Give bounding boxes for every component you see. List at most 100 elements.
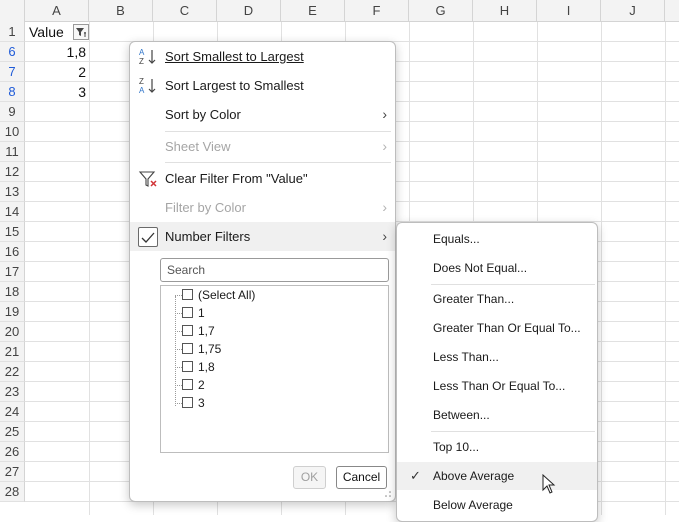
submenu-greater-or-equal[interactable]: Greater Than Or Equal To...	[397, 314, 597, 342]
column-header-g[interactable]: G	[409, 0, 473, 22]
submenu-between-label: Between...	[433, 408, 490, 422]
submenu-greater-or-equal-label: Greater Than Or Equal To...	[433, 321, 581, 335]
checkbox[interactable]	[182, 343, 193, 354]
column-header-a[interactable]: A	[25, 0, 89, 22]
row-header-10[interactable]: 10	[0, 122, 25, 142]
menu-number-filters[interactable]: Number Filters ›	[130, 222, 395, 251]
row-header-20[interactable]: 20	[0, 322, 25, 342]
column-header-h[interactable]: H	[473, 0, 537, 22]
submenu-above-average-label: Above Average	[433, 469, 515, 483]
chevron-right-icon: ›	[382, 106, 387, 122]
submenu-does-not-equal-label: Does Not Equal...	[433, 261, 528, 275]
submenu-between[interactable]: Between...	[397, 401, 597, 429]
submenu-above-average[interactable]: ✓ Above Average	[397, 462, 597, 490]
ok-button[interactable]: OK	[293, 466, 326, 489]
menu-sort-by-color[interactable]: Sort by Color ›	[130, 100, 395, 129]
column-header-j[interactable]: J	[601, 0, 665, 22]
tree-connector	[175, 367, 182, 368]
row-header-26[interactable]: 26	[0, 442, 25, 462]
chevron-right-icon: ›	[382, 199, 387, 215]
row-header-28[interactable]: 28	[0, 482, 25, 502]
checkbox[interactable]	[182, 397, 193, 408]
cell-a1-header[interactable]: Value	[29, 22, 73, 42]
filter-applied-icon	[76, 28, 86, 37]
row-header-9[interactable]: 9	[0, 102, 25, 122]
tree-connector	[175, 385, 182, 386]
row-header-23[interactable]: 23	[0, 382, 25, 402]
checkbox[interactable]	[182, 379, 193, 390]
list-item-label: 1,8	[198, 360, 215, 374]
select-all-corner[interactable]	[0, 0, 25, 22]
autofilter-dropdown: A Z Sort Smallest to Largest Z A Sort La…	[129, 41, 396, 502]
row-header-18[interactable]: 18	[0, 282, 25, 302]
filter-dropdown-button[interactable]	[73, 24, 89, 40]
column-header-c[interactable]: C	[153, 0, 217, 22]
submenu-does-not-equal[interactable]: Does Not Equal...	[397, 254, 597, 282]
list-item-label: 3	[198, 396, 205, 410]
submenu-equals-label: Equals...	[433, 232, 480, 246]
submenu-less-than[interactable]: Less Than...	[397, 343, 597, 371]
clear-filter-icon	[138, 171, 157, 187]
submenu-less-or-equal[interactable]: Less Than Or Equal To...	[397, 372, 597, 400]
list-item-label: 2	[198, 378, 205, 392]
row-header-19[interactable]: 19	[0, 302, 25, 322]
submenu-top-10[interactable]: Top 10...	[397, 433, 597, 461]
filter-value-list[interactable]: (Select All) 1 1,7 1,75 1,8 2 3	[160, 285, 389, 453]
svg-text:A: A	[139, 48, 145, 57]
cell-a7[interactable]: 2	[25, 62, 89, 82]
checkbox[interactable]	[182, 289, 193, 300]
tree-connector	[175, 403, 182, 404]
cell-a8[interactable]: 3	[25, 82, 89, 102]
menu-filter-by-color: Filter by Color ›	[130, 193, 395, 222]
checkbox[interactable]	[182, 325, 193, 336]
row-header-25[interactable]: 25	[0, 422, 25, 442]
row-header-12[interactable]: 12	[0, 162, 25, 182]
svg-text:Z: Z	[139, 77, 144, 86]
row-header-22[interactable]: 22	[0, 362, 25, 382]
checkbox[interactable]	[182, 307, 193, 318]
tree-connector	[175, 331, 182, 332]
row-header-15[interactable]: 15	[0, 222, 25, 242]
column-header-i[interactable]: I	[537, 0, 601, 22]
cell-a6[interactable]: 1,8	[25, 42, 89, 62]
svg-text:Z: Z	[139, 57, 144, 66]
row-header-13[interactable]: 13	[0, 182, 25, 202]
cancel-button[interactable]: Cancel	[336, 466, 387, 489]
row-header-27[interactable]: 27	[0, 462, 25, 482]
menu-sort-descending[interactable]: Z A Sort Largest to Smallest	[130, 71, 395, 100]
chevron-right-icon: ›	[382, 228, 387, 244]
list-item-label: 1	[198, 306, 205, 320]
row-header-24[interactable]: 24	[0, 402, 25, 422]
row-header-16[interactable]: 16	[0, 242, 25, 262]
menu-separator	[431, 431, 595, 432]
menu-sort-ascending[interactable]: A Z Sort Smallest to Largest	[130, 42, 395, 71]
column-header-f[interactable]: F	[345, 0, 409, 22]
row-header-1[interactable]: 1	[0, 22, 25, 42]
checkmark-icon	[138, 227, 158, 247]
menu-clear-filter[interactable]: Clear Filter From "Value"	[130, 164, 395, 193]
row-header-6[interactable]: 6	[0, 42, 25, 62]
column-header-e[interactable]: E	[281, 0, 345, 22]
filter-search-input[interactable]: Search	[160, 258, 389, 282]
resize-grip-icon[interactable]	[384, 490, 392, 498]
row-header-11[interactable]: 11	[0, 142, 25, 162]
list-item-label: 1,75	[198, 342, 222, 356]
sort-ascending-icon: A Z	[139, 48, 156, 66]
submenu-below-average-label: Below Average	[433, 498, 513, 512]
row-header-14[interactable]: 14	[0, 202, 25, 222]
submenu-greater-than[interactable]: Greater Than...	[397, 285, 597, 313]
submenu-top-10-label: Top 10...	[433, 440, 480, 454]
row-header-17[interactable]: 17	[0, 262, 25, 282]
column-header-d[interactable]: D	[217, 0, 281, 22]
checkbox[interactable]	[182, 361, 193, 372]
row-header-21[interactable]: 21	[0, 342, 25, 362]
sort-descending-icon: Z A	[139, 77, 156, 95]
row-header-8[interactable]: 8	[0, 82, 25, 102]
row-header-7[interactable]: 7	[0, 62, 25, 82]
tree-connector	[175, 313, 182, 314]
checkmark-icon: ✓	[410, 468, 421, 483]
menu-sheet-view-label: Sheet View	[165, 139, 231, 154]
submenu-equals[interactable]: Equals...	[397, 225, 597, 253]
submenu-less-than-label: Less Than...	[433, 350, 499, 364]
column-header-b[interactable]: B	[89, 0, 153, 22]
